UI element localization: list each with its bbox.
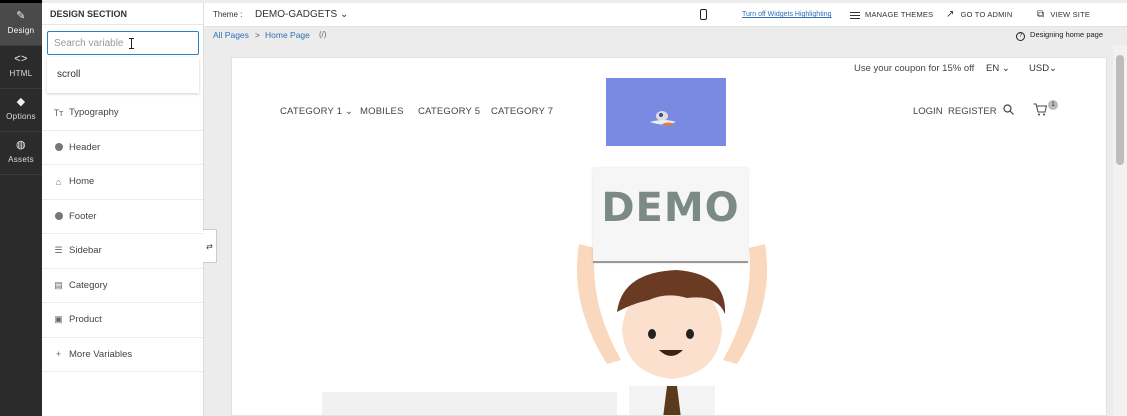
- nav-category-7[interactable]: CATEGORY 7: [491, 106, 553, 117]
- menu-item-label: Footer: [69, 210, 97, 222]
- dot-icon: [53, 211, 64, 222]
- menu-item-category[interactable]: ▤ Category: [42, 269, 203, 303]
- dot-icon: [53, 142, 64, 153]
- language-selector[interactable]: EN ⌄: [986, 63, 1010, 74]
- rail-options-label: Options: [6, 112, 36, 121]
- nav-category-1[interactable]: CATEGORY 1 ⌄: [280, 106, 353, 117]
- menu-item-label: Typography: [69, 107, 119, 119]
- scrollbar-thumb[interactable]: [1116, 55, 1124, 165]
- external-link-icon: ⧉: [1037, 9, 1045, 21]
- rail-assets[interactable]: ◍ Assets: [0, 132, 42, 175]
- brush-icon: ✎: [16, 10, 26, 22]
- site-logo[interactable]: [606, 78, 726, 146]
- nav-mobiles[interactable]: MOBILES: [360, 106, 404, 117]
- app-window: ✎ Design <> HTML ◆ Options ◍ Assets DESI…: [0, 0, 1127, 416]
- rail-options[interactable]: ◆ Options: [0, 89, 42, 132]
- search-suggestion[interactable]: scroll: [47, 57, 199, 93]
- menu-item-label: Sidebar: [69, 245, 102, 257]
- bucket-icon: ◆: [16, 96, 26, 108]
- register-link[interactable]: REGISTER: [948, 106, 997, 117]
- theme-selector[interactable]: DEMO-GADGETS ⌄: [255, 3, 348, 27]
- search-box: [47, 31, 199, 55]
- home-icon: ⌂: [55, 176, 62, 187]
- rail-design-label: Design: [7, 26, 35, 35]
- content-placeholder: [322, 392, 617, 415]
- product-icon: ▣: [54, 314, 63, 325]
- menu-item-label: More Variables: [69, 348, 133, 360]
- breadcrumb-home-page[interactable]: Home Page: [265, 30, 310, 40]
- menu-item-label: Product: [69, 314, 102, 326]
- menu-item-product[interactable]: ▣ Product: [42, 303, 203, 338]
- code-icon: <>: [14, 53, 28, 65]
- variable-menu: Tт Typography Header ⌂ Home Footer ☰ Sid…: [42, 96, 203, 372]
- widgets-highlight-toggle[interactable]: Turn off Widgets Highlighting: [742, 3, 832, 27]
- view-site-button[interactable]: ⧉ VIEW SITE: [1037, 3, 1090, 27]
- palette-icon: ◍: [16, 139, 26, 151]
- device-toggle[interactable]: [700, 3, 707, 27]
- site-preview: Use your coupon for 15% off EN ⌄ USD⌄ CA…: [231, 57, 1107, 416]
- help-icon: ?: [1016, 32, 1026, 41]
- left-rail: ✎ Design <> HTML ◆ Options ◍ Assets: [0, 0, 42, 416]
- demo-sign: DEMO: [593, 168, 748, 263]
- designing-status: ? Designing home page: [1016, 30, 1103, 41]
- breadcrumb-all-pages[interactable]: All Pages: [213, 30, 249, 40]
- manage-themes-label: MANAGE THEMES: [865, 10, 934, 19]
- login-link[interactable]: LOGIN: [913, 106, 943, 117]
- panel-collapse-toggle[interactable]: ⇄: [203, 229, 217, 263]
- typography-icon: Tт: [53, 107, 64, 118]
- breadcrumb: All Pages > Home Page (/) ? Designing hom…: [204, 27, 1127, 45]
- page-path: (/): [319, 30, 327, 39]
- rail-assets-label: Assets: [8, 155, 34, 164]
- manage-themes-button[interactable]: MANAGE THEMES: [850, 3, 933, 27]
- plus-icon: +: [55, 349, 62, 360]
- go-to-admin-button[interactable]: ↗ GO TO ADMIN: [946, 3, 1013, 27]
- top-toolbar: Theme : DEMO-GADGETS ⌄ Turn off Widgets …: [204, 3, 1127, 27]
- cart-count-badge: 1: [1048, 100, 1058, 110]
- view-site-label: VIEW SITE: [1050, 10, 1091, 19]
- demo-sign-text: DEMO: [601, 185, 740, 231]
- nav-category-5[interactable]: CATEGORY 5: [418, 106, 480, 117]
- mobile-icon: [700, 9, 707, 21]
- menu-item-home[interactable]: ⌂ Home: [42, 165, 203, 200]
- menu-item-sidebar[interactable]: ☰ Sidebar: [42, 234, 203, 269]
- coupon-banner: Use your coupon for 15% off: [854, 63, 975, 74]
- design-panel: DESIGN SECTION scroll Tт Typography Head…: [42, 3, 204, 416]
- category-icon: ▤: [54, 279, 63, 290]
- menu-item-header[interactable]: Header: [42, 131, 203, 165]
- menu-item-label: Category: [69, 279, 108, 291]
- preview-scrollbar[interactable]: [1113, 45, 1127, 416]
- menu-item-more-variables[interactable]: + More Variables: [42, 338, 203, 372]
- theme-label: Theme :: [213, 10, 243, 19]
- search-variable-input[interactable]: [48, 32, 188, 54]
- text-cursor-icon: [129, 38, 137, 49]
- list-icon: ☰: [54, 245, 63, 256]
- panel-title: DESIGN SECTION: [42, 3, 203, 25]
- cart-icon[interactable]: [1033, 103, 1048, 119]
- rocket-icon: [650, 111, 676, 126]
- menu-item-typography[interactable]: Tт Typography: [42, 96, 203, 131]
- menu-item-label: Header: [69, 141, 101, 153]
- currency-selector[interactable]: USD⌄: [1029, 63, 1057, 74]
- rail-html[interactable]: <> HTML: [0, 46, 42, 89]
- go-to-admin-label: GO TO ADMIN: [960, 10, 1013, 19]
- arrow-up-right-icon: ↗: [946, 9, 955, 21]
- menu-icon: [850, 11, 860, 19]
- rail-html-label: HTML: [9, 69, 33, 78]
- menu-item-label: Home: [69, 176, 95, 188]
- search-icon[interactable]: [1003, 104, 1014, 118]
- menu-item-footer[interactable]: Footer: [42, 200, 203, 234]
- hero-illustration: DEMO: [567, 164, 777, 415]
- breadcrumb-separator: >: [255, 30, 260, 40]
- designing-status-label: Designing home page: [1030, 30, 1103, 39]
- rail-design[interactable]: ✎ Design: [0, 3, 42, 46]
